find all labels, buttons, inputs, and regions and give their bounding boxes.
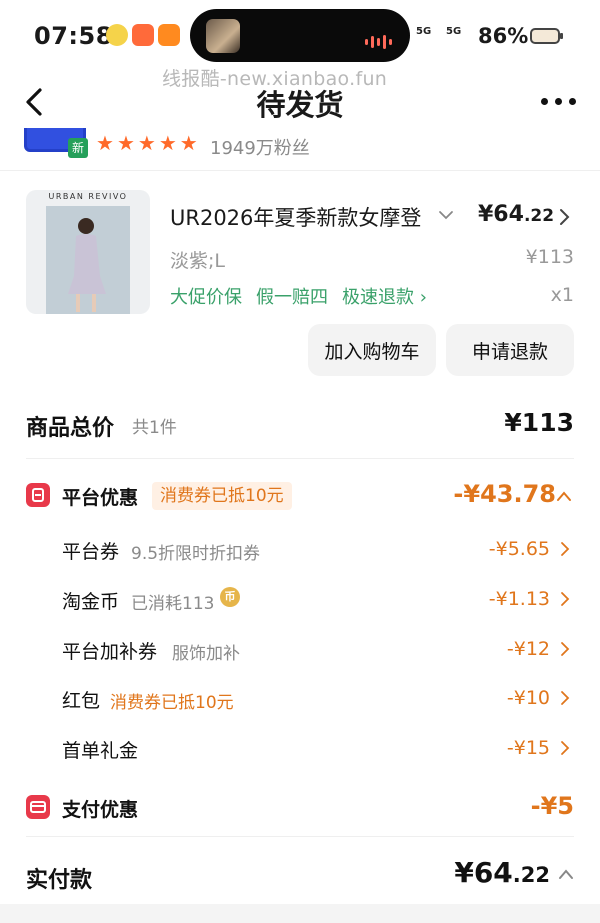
- nav-bar: 待发货: [0, 78, 600, 128]
- product-price: ¥64.22: [478, 202, 554, 227]
- dynamic-island: [190, 9, 410, 62]
- app-icon-2: [132, 24, 154, 46]
- discount-row-value: -¥10: [506, 687, 550, 709]
- app-icon-1: [106, 24, 128, 46]
- shop-new-badge: 新: [68, 138, 88, 158]
- star-icon: ★: [137, 131, 156, 155]
- discount-row-sub: 服饰加补: [172, 644, 240, 664]
- app-icon-3: [158, 24, 180, 46]
- apply-refund-button[interactable]: 申请退款: [446, 324, 574, 376]
- discount-row-value: -¥15: [506, 737, 550, 759]
- signal-5g-1: 5G: [416, 26, 432, 37]
- divider: [26, 836, 574, 837]
- divider: [26, 458, 574, 459]
- more-dot-icon: [555, 98, 562, 105]
- platform-discount-label: 平台优惠: [62, 487, 139, 509]
- discount-row-label: 淘金币: [62, 591, 120, 613]
- bottom-bar: [0, 904, 600, 923]
- final-payment-label: 实付款: [26, 868, 93, 893]
- product-quantity: x1: [550, 284, 574, 306]
- discount-row-label: 红包: [62, 690, 101, 712]
- discount-row-value: -¥1.13: [488, 588, 550, 610]
- total-label: 商品总价: [26, 416, 115, 441]
- star-icon: ★: [179, 131, 198, 155]
- payment-discount-label: 支付优惠: [62, 799, 139, 821]
- page-title: 待发货: [256, 88, 344, 122]
- status-bar: 07:58 5G 5G 86%: [0, 0, 600, 72]
- service-price-protect: 大促价保: [170, 287, 242, 308]
- status-time: 07:58: [34, 22, 113, 50]
- service-fast-refund: 极速退款 ›: [342, 287, 427, 308]
- chevron-up-icon[interactable]: [556, 490, 572, 502]
- product-services[interactable]: 大促价保 假一赔四 极速退款 ›: [170, 283, 427, 309]
- final-payment-main: ¥64: [454, 856, 513, 889]
- service-fake-compensation: 假一赔四: [256, 287, 328, 308]
- battery-percent: 86%: [478, 24, 529, 48]
- star-icon: ★: [96, 131, 114, 155]
- discount-row-label: 平台加补券: [62, 641, 158, 663]
- final-payment-decimal: .22: [512, 863, 550, 887]
- platform-coupon-tag: 消费券已抵10元: [152, 482, 292, 510]
- discount-row-sub: 消费券已抵10元: [110, 693, 234, 713]
- chevron-right-icon[interactable]: [558, 208, 570, 226]
- final-payment-value[interactable]: ¥64.22: [454, 856, 550, 889]
- product-price-decimal: .22: [523, 206, 555, 226]
- divider: [0, 170, 600, 171]
- product-brand: URBAN REVIVO: [48, 192, 128, 201]
- product-original-price: ¥113: [525, 246, 574, 268]
- now-playing-thumbnail: [206, 19, 240, 53]
- product-image[interactable]: URBAN REVIVO: [26, 190, 150, 314]
- total-count: 共1件: [132, 418, 177, 438]
- platform-discount-icon: [26, 483, 50, 507]
- more-dot-icon: [569, 98, 576, 105]
- product-spec: 淡紫;L: [170, 250, 225, 272]
- product-title[interactable]: UR2026年夏季新款女摩登: [170, 202, 430, 232]
- chevron-right-icon: [561, 741, 570, 755]
- shop-fans: 1949万粉丝: [210, 138, 310, 159]
- product-photo: [46, 206, 130, 314]
- payment-discount-value: -¥5: [530, 792, 574, 820]
- shop-rating: ★ ★ ★ ★ ★: [96, 132, 198, 154]
- more-button[interactable]: [541, 98, 576, 105]
- platform-discount-value[interactable]: -¥43.78: [453, 480, 556, 508]
- add-to-cart-button[interactable]: 加入购物车: [308, 324, 436, 376]
- signal-5g-2: 5G: [446, 26, 462, 37]
- more-dot-icon: [541, 98, 548, 105]
- audio-wave-icon: [365, 35, 392, 49]
- coin-icon: 币: [220, 587, 240, 607]
- payment-discount-icon: [26, 795, 50, 819]
- chevron-down-icon[interactable]: [438, 208, 454, 222]
- shop-header[interactable]: 新 ★ ★ ★ ★ ★ 1949万粉丝: [0, 128, 600, 160]
- chevron-right-icon: [561, 542, 570, 556]
- discount-row-label: 首单礼金: [62, 740, 139, 762]
- discount-row-label: 平台券: [62, 541, 120, 563]
- chevron-right-icon: [561, 592, 570, 606]
- chevron-right-icon: [561, 642, 570, 656]
- chevron-right-icon: [561, 691, 570, 705]
- discount-row-value: -¥12: [506, 638, 550, 660]
- chevron-up-icon[interactable]: [558, 868, 574, 880]
- star-icon: ★: [116, 131, 135, 155]
- discount-row-sub: 9.5折限时折扣券: [131, 544, 261, 564]
- total-value: ¥113: [504, 408, 574, 437]
- battery-icon: [530, 28, 563, 44]
- product-price-main: ¥64: [478, 202, 524, 227]
- star-icon: ★: [158, 131, 177, 155]
- discount-row-value: -¥5.65: [488, 538, 550, 560]
- discount-row-sub: 已消耗113: [131, 594, 215, 614]
